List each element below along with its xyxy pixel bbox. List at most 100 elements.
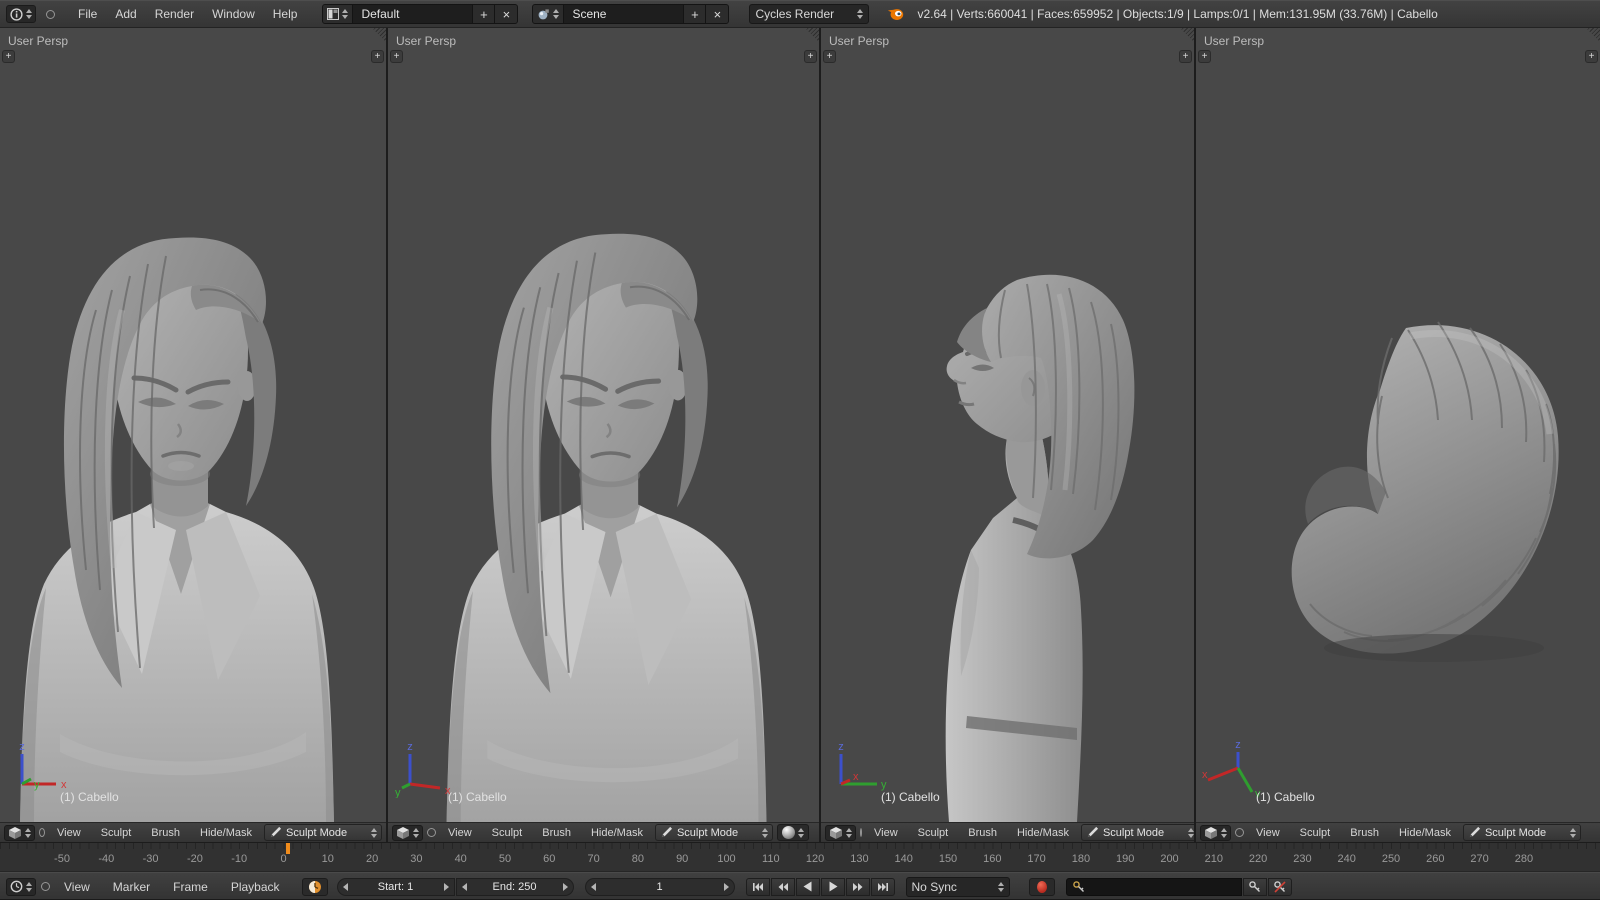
menu-view[interactable]: View (440, 827, 480, 839)
region-expand-handle[interactable]: + (371, 50, 384, 63)
menu-file[interactable]: File (69, 7, 106, 21)
jump-to-end-button[interactable] (870, 877, 895, 896)
auto-keyframe-button[interactable] (1028, 877, 1055, 896)
start-frame-field[interactable]: Start: 1 (336, 877, 455, 896)
viewport-header: View Sculpt Brush Hide/Mask Sculpt Mode (0, 822, 386, 842)
mode-dropdown-value: Sculpt Mode (1484, 826, 1547, 839)
region-expand-handle[interactable]: + (804, 50, 817, 63)
menu-hide-mask[interactable]: Hide/Mask (192, 827, 260, 839)
sculpt-model-hair (1291, 321, 1559, 662)
menu-sculpt[interactable]: Sculpt (1292, 827, 1339, 839)
jump-next-keyframe-button[interactable] (845, 877, 870, 896)
menu-brush[interactable]: Brush (960, 827, 1005, 839)
increment-arrow-icon[interactable] (443, 882, 449, 891)
menu-frame[interactable]: Frame (164, 880, 217, 894)
current-frame-marker[interactable] (285, 843, 290, 854)
menu-sculpt[interactable]: Sculpt (484, 827, 531, 839)
decrement-arrow-icon[interactable] (461, 882, 467, 891)
menu-sculpt[interactable]: Sculpt (910, 827, 957, 839)
mode-dropdown[interactable]: Sculpt Mode (654, 824, 773, 841)
viewport-4: User Persp + + z x y (1) Cabello View Sc… (1196, 28, 1600, 842)
menu-view[interactable]: View (1248, 827, 1288, 839)
pin-icon[interactable] (46, 9, 55, 19)
gizmo-x-label: x (1202, 769, 1208, 781)
scene-name-field[interactable]: Scene (564, 5, 685, 23)
mode-dropdown[interactable]: Sculpt Mode (1462, 824, 1581, 841)
layout-add-button[interactable]: + (473, 5, 496, 23)
editor-type-selector-info[interactable] (6, 5, 36, 23)
mode-dropdown[interactable]: Sculpt Mode (264, 824, 382, 841)
editor-type-selector-3dview[interactable] (392, 824, 423, 841)
menu-window[interactable]: Window (203, 7, 264, 21)
matcap-selector[interactable] (776, 824, 809, 841)
region-expand-handle[interactable]: + (823, 50, 836, 63)
viewport-canvas[interactable]: User Persp + + z y x (1) Cabello (0, 28, 386, 822)
menu-sculpt[interactable]: Sculpt (93, 827, 140, 839)
render-engine-dropdown[interactable]: Cycles Render (749, 4, 870, 24)
dropdown-arrows-icon (1187, 827, 1194, 838)
increment-arrow-icon[interactable] (723, 882, 729, 891)
menu-hide-mask[interactable]: Hide/Mask (1391, 827, 1459, 839)
ruler-ticks (0, 843, 1600, 849)
preview-range-toggle[interactable] (301, 877, 328, 896)
current-frame-field[interactable]: 1 (584, 877, 735, 896)
menu-brush[interactable]: Brush (1342, 827, 1387, 839)
menu-view[interactable]: View (866, 827, 906, 839)
menu-playback[interactable]: Playback (222, 880, 289, 894)
keying-set-field[interactable] (1065, 877, 1242, 896)
region-expand-handle[interactable]: + (390, 50, 403, 63)
sync-mode-dropdown[interactable]: No Sync (905, 876, 1010, 897)
ruler-tick-label: 110 (762, 853, 780, 865)
end-frame-field[interactable]: End: 250 (455, 877, 574, 896)
mode-dropdown[interactable]: Sculpt Mode (1080, 824, 1194, 841)
insert-keyframe-button[interactable] (1242, 877, 1267, 896)
jump-prev-keyframe-button[interactable] (770, 877, 795, 896)
region-expand-handle[interactable]: + (2, 50, 15, 63)
play-button[interactable] (820, 877, 845, 896)
menu-add[interactable]: Add (106, 7, 145, 21)
delete-keyframe-button[interactable] (1267, 877, 1292, 896)
decrement-arrow-icon[interactable] (342, 882, 348, 891)
region-expand-handle[interactable]: + (1179, 50, 1192, 63)
pin-icon[interactable] (427, 828, 436, 837)
scene-selector: Scene + × (532, 4, 730, 24)
scene-close-button[interactable]: × (706, 5, 729, 23)
layout-close-button[interactable]: × (495, 5, 518, 23)
menu-view[interactable]: View (49, 827, 89, 839)
menu-view[interactable]: View (55, 880, 99, 894)
menu-brush[interactable]: Brush (143, 827, 188, 839)
scene-browse-button[interactable] (533, 5, 565, 23)
editor-type-selector-timeline[interactable] (6, 877, 36, 896)
editor-type-selector-3dview[interactable] (4, 824, 35, 841)
region-expand-handle[interactable]: + (1585, 50, 1598, 63)
ruler-tick-label: 100 (717, 853, 736, 865)
selector-arrows-icon (846, 827, 852, 838)
dropdown-arrows-icon (761, 827, 768, 838)
menu-hide-mask[interactable]: Hide/Mask (583, 827, 651, 839)
menu-marker[interactable]: Marker (104, 880, 159, 894)
dropdown-arrows-icon (797, 827, 804, 838)
viewport-canvas[interactable]: User Persp + + z x y (1) Cabello (821, 28, 1194, 822)
pin-icon[interactable] (1235, 828, 1244, 837)
scene-add-button[interactable]: + (684, 5, 707, 23)
ruler-tick-label: 70 (587, 853, 600, 865)
pin-icon[interactable] (41, 882, 50, 891)
pin-icon[interactable] (860, 828, 862, 837)
editor-type-selector-3dview[interactable] (1200, 824, 1231, 841)
jump-to-start-button[interactable] (745, 877, 770, 896)
region-expand-handle[interactable]: + (1198, 50, 1211, 63)
menu-brush[interactable]: Brush (534, 827, 579, 839)
pin-icon[interactable] (39, 828, 46, 837)
menu-render[interactable]: Render (146, 7, 203, 21)
menu-hide-mask[interactable]: Hide/Mask (1009, 827, 1077, 839)
viewport-canvas[interactable]: User Persp + + z x y (1) Cabello (1196, 28, 1600, 822)
decrement-arrow-icon[interactable] (590, 882, 596, 891)
play-reverse-button[interactable] (795, 877, 820, 896)
editor-type-selector-3dview[interactable] (825, 824, 856, 841)
viewport-canvas[interactable]: User Persp + + z y x (1) Cabello (388, 28, 819, 822)
menu-help[interactable]: Help (264, 7, 307, 21)
layout-name-field[interactable]: Default (353, 5, 474, 23)
timeline-ruler[interactable]: -50 -40 -30 -20 -10 0 10 20 30 40 50 60 70 80 90 100 110… (0, 842, 1600, 872)
layout-browse-button[interactable] (323, 5, 354, 23)
increment-arrow-icon[interactable] (562, 882, 568, 891)
